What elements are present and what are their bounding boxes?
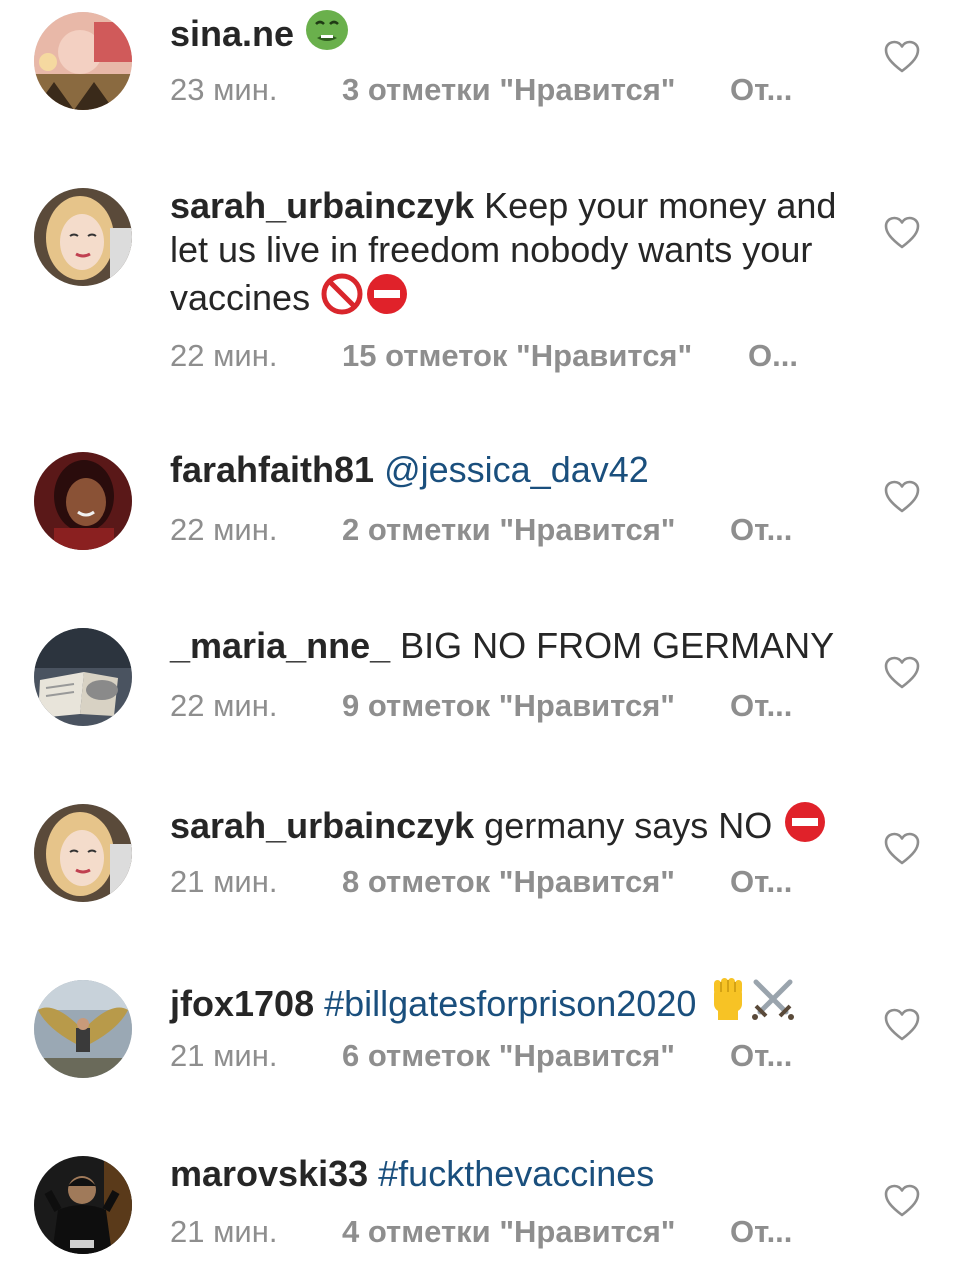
comment-likes-count[interactable]: 4 отметки "Нравится" — [342, 1212, 676, 1252]
comment-text: farahfaith81 @jessica_dav42 — [170, 448, 860, 492]
heart-outline-icon[interactable] — [884, 40, 920, 74]
comment-time: 22 мин. — [170, 512, 278, 547]
heart-outline-icon[interactable] — [884, 480, 920, 514]
comment-time: 21 мин. — [170, 864, 278, 899]
comment-time: 22 мин. — [170, 338, 278, 373]
prohibited-icon — [320, 272, 364, 326]
comment-username[interactable]: _maria_nne_ — [170, 625, 390, 666]
comment-username[interactable]: marovski33 — [170, 1153, 368, 1194]
reply-button[interactable]: От... — [730, 1212, 792, 1252]
heart-outline-icon[interactable] — [884, 656, 920, 690]
reply-button[interactable]: От... — [730, 70, 792, 110]
avatar[interactable] — [34, 628, 132, 726]
hashtag-link[interactable]: #fuckthevaccines — [378, 1153, 654, 1194]
comment-likes-count[interactable]: 9 отметок "Нравится" — [342, 686, 675, 726]
comment-likes-count[interactable]: 15 отметок "Нравится" — [342, 336, 692, 376]
comment-username[interactable]: sina.ne — [170, 13, 294, 54]
comment-likes-count[interactable]: 8 отметок "Нравится" — [342, 862, 675, 902]
comment-body: germany says NO — [484, 805, 773, 846]
comment-text: sarah_urbainczyk germany says NO — [170, 800, 860, 854]
comment-likes-count[interactable]: 2 отметки "Нравится" — [342, 510, 676, 550]
avatar[interactable] — [34, 452, 132, 550]
comment-text: sina.ne — [170, 8, 860, 62]
heart-outline-icon[interactable] — [884, 1008, 920, 1042]
comment-body: BIG NO FROM GERMANY — [400, 625, 835, 666]
comment-text: _maria_nne_ BIG NO FROM GERMANY — [170, 624, 860, 668]
comment-likes-count[interactable]: 6 отметок "Нравится" — [342, 1036, 675, 1076]
mention-link[interactable]: @jessica_dav42 — [384, 449, 649, 490]
no-entry-icon — [364, 272, 410, 326]
comment-time: 23 мин. — [170, 72, 278, 107]
comment-username[interactable]: farahfaith81 — [170, 449, 374, 490]
crossed-swords-icon — [750, 976, 796, 1032]
heart-outline-icon[interactable] — [884, 216, 920, 250]
comment-text: sarah_urbainczyk Keep your money and let… — [170, 184, 860, 326]
hashtag-link[interactable]: #billgatesforprison2020 — [324, 983, 696, 1024]
comment-time: 21 мин. — [170, 1038, 278, 1073]
reply-button[interactable]: От... — [730, 862, 792, 902]
comment-text: marovski33 #fuckthevaccines — [170, 1152, 860, 1196]
reply-button[interactable]: От... — [730, 510, 792, 550]
avatar[interactable] — [34, 188, 132, 286]
heart-outline-icon[interactable] — [884, 832, 920, 866]
comment-text: jfox1708 #billgatesforprison2020 — [170, 976, 860, 1032]
comment-username[interactable]: sarah_urbainczyk — [170, 805, 474, 846]
comment-time: 21 мин. — [170, 1214, 278, 1249]
comment-username[interactable]: sarah_urbainczyk — [170, 185, 474, 226]
heart-outline-icon[interactable] — [884, 1184, 920, 1218]
reply-button[interactable]: От... — [730, 686, 792, 726]
avatar[interactable] — [34, 980, 132, 1078]
avatar[interactable] — [34, 1156, 132, 1254]
comment-likes-count[interactable]: 3 отметки "Нравится" — [342, 70, 676, 110]
avatar[interactable] — [34, 12, 132, 110]
reply-button[interactable]: О... — [748, 336, 798, 376]
comment-time: 22 мин. — [170, 688, 278, 723]
avatar[interactable] — [34, 804, 132, 902]
nauseated-face-icon — [304, 8, 350, 62]
no-entry-icon — [782, 800, 828, 854]
reply-button[interactable]: От... — [730, 1036, 792, 1076]
raised-fist-icon — [706, 976, 750, 1032]
comment-username[interactable]: jfox1708 — [170, 983, 314, 1024]
